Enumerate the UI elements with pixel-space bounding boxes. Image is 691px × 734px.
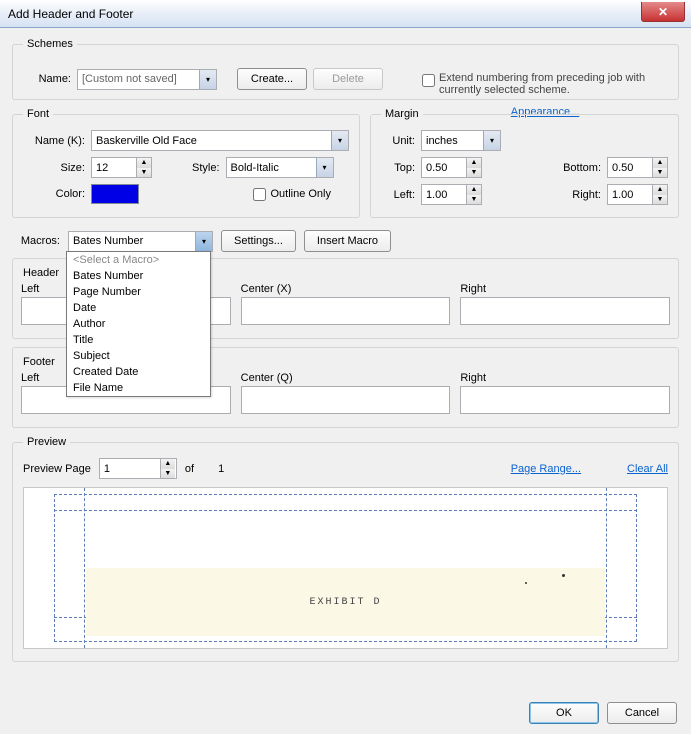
outline-only-input[interactable] [253, 188, 266, 201]
preview-page-input[interactable] [100, 459, 160, 478]
header-right-input[interactable] [460, 297, 670, 325]
margin-group: Margin Unit: inches ▾ Top: ▲▼ Bottom: ▲ [370, 108, 679, 218]
extend-numbering-checkbox[interactable]: Extend numbering from preceding job with… [422, 72, 668, 96]
spin-up-icon[interactable]: ▲ [137, 158, 151, 168]
footer-center-label: Center (Q) [241, 372, 451, 384]
header-center-input[interactable] [241, 297, 451, 325]
macro-option-filename[interactable]: File Name [67, 380, 210, 396]
spin-down-icon[interactable]: ▼ [467, 168, 481, 178]
ok-button[interactable]: OK [529, 702, 599, 724]
margin-right-spinner[interactable]: ▲▼ [607, 184, 668, 205]
margin-top-input[interactable] [422, 158, 466, 177]
font-size-label: Size: [23, 162, 85, 174]
spin-up-icon[interactable]: ▲ [653, 158, 667, 168]
macros-dropdown-list[interactable]: <Select a Macro> Bates Number Page Numbe… [66, 251, 211, 397]
spin-up-icon[interactable]: ▲ [467, 185, 481, 195]
spin-up-icon[interactable]: ▲ [467, 158, 481, 168]
spin-down-icon[interactable]: ▼ [653, 195, 667, 205]
preview-group: Preview Preview Page ▲▼ of 1 Page Range.… [12, 436, 679, 662]
preview-of-label: of [185, 463, 194, 475]
macros-label: Macros: [12, 235, 60, 247]
extend-numbering-input[interactable] [422, 74, 435, 87]
speck-icon [525, 582, 527, 584]
chevron-down-icon: ▾ [316, 158, 333, 177]
spin-down-icon[interactable]: ▼ [137, 168, 151, 178]
preview-page-label: Preview Page [23, 463, 91, 475]
margin-right-input[interactable] [608, 185, 652, 204]
cancel-button[interactable]: Cancel [607, 702, 677, 724]
macros-select[interactable]: Bates Number ▾ [68, 231, 213, 252]
margin-unit-select[interactable]: inches ▾ [421, 130, 501, 151]
insert-macro-button[interactable]: Insert Macro [304, 230, 391, 252]
chevron-down-icon: ▾ [483, 131, 500, 150]
spin-down-icon[interactable]: ▼ [467, 195, 481, 205]
color-swatch[interactable] [91, 184, 139, 204]
margin-left-input[interactable] [422, 185, 466, 204]
dialog-buttons: OK Cancel [529, 702, 677, 724]
macro-option-author[interactable]: Author [67, 316, 210, 332]
preview-total-pages: 1 [218, 463, 224, 475]
chevron-down-icon: ▾ [331, 131, 348, 150]
margin-bottom-spinner[interactable]: ▲▼ [607, 157, 668, 178]
chevron-down-icon: ▾ [195, 232, 212, 251]
page-range-link[interactable]: Page Range... [511, 463, 581, 475]
macro-option-created[interactable]: Created Date [67, 364, 210, 380]
footer-center-input[interactable] [241, 386, 451, 414]
font-legend: Font [23, 108, 53, 120]
font-size-input[interactable] [92, 158, 136, 177]
margin-bottom-input[interactable] [608, 158, 652, 177]
font-name-label: Name (K): [23, 135, 85, 147]
margin-left-spinner[interactable]: ▲▼ [421, 184, 482, 205]
margin-legend: Margin [381, 108, 423, 120]
preview-page-spinner[interactable]: ▲▼ [99, 458, 177, 479]
margin-bottom-label: Bottom: [563, 162, 601, 174]
margin-left-label: Left: [381, 189, 415, 201]
macro-option-date[interactable]: Date [67, 300, 210, 316]
margin-top-label: Top: [381, 162, 415, 174]
create-button[interactable]: Create... [237, 68, 307, 90]
delete-button: Delete [313, 68, 383, 90]
outline-only-checkbox[interactable]: Outline Only [253, 188, 331, 201]
macro-option-bates[interactable]: Bates Number [67, 268, 210, 284]
close-icon: ✕ [658, 5, 668, 19]
preview-page-content: EXHIBIT D [86, 568, 605, 636]
font-size-spinner[interactable]: ▲▼ [91, 157, 152, 178]
macro-option-placeholder[interactable]: <Select a Macro> [67, 252, 210, 268]
scheme-name-select[interactable]: [Custom not saved] ▾ [77, 69, 217, 90]
spin-down-icon[interactable]: ▼ [653, 168, 667, 178]
preview-canvas: EXHIBIT D [23, 487, 668, 649]
preview-guide-left [84, 488, 85, 648]
spin-up-icon[interactable]: ▲ [653, 185, 667, 195]
clear-all-link[interactable]: Clear All [627, 463, 668, 475]
font-name-select[interactable]: Baskerville Old Face ▾ [91, 130, 349, 151]
window-title: Add Header and Footer [8, 7, 133, 21]
macro-option-page[interactable]: Page Number [67, 284, 210, 300]
font-style-label: Style: [192, 162, 220, 174]
preview-legend: Preview [23, 436, 70, 448]
footer-right-label: Right [460, 372, 670, 384]
macro-option-title[interactable]: Title [67, 332, 210, 348]
margin-unit-label: Unit: [381, 135, 415, 147]
preview-guide-right [606, 488, 607, 648]
font-color-label: Color: [23, 188, 85, 200]
header-center-label: Center (X) [241, 283, 451, 295]
footer-right-input[interactable] [460, 386, 670, 414]
settings-button[interactable]: Settings... [221, 230, 296, 252]
title-bar: Add Header and Footer ✕ [0, 0, 691, 28]
preview-guide-top [54, 510, 637, 511]
spin-down-icon[interactable]: ▼ [161, 469, 175, 479]
macro-option-subject[interactable]: Subject [67, 348, 210, 364]
margin-right-label: Right: [572, 189, 601, 201]
spin-up-icon[interactable]: ▲ [161, 459, 175, 469]
header-right-label: Right [460, 283, 670, 295]
font-style-select[interactable]: Bold-Italic ▾ [226, 157, 334, 178]
scheme-name-label: Name: [23, 73, 71, 85]
font-group: Font Name (K): Baskerville Old Face ▾ Si… [12, 108, 360, 218]
macros-row: Macros: Bates Number ▾ <Select a Macro> … [12, 230, 679, 252]
schemes-legend: Schemes [23, 38, 77, 50]
chevron-down-icon: ▾ [199, 70, 216, 89]
margin-top-spinner[interactable]: ▲▼ [421, 157, 482, 178]
speck-icon [562, 574, 565, 577]
close-button[interactable]: ✕ [641, 2, 685, 22]
